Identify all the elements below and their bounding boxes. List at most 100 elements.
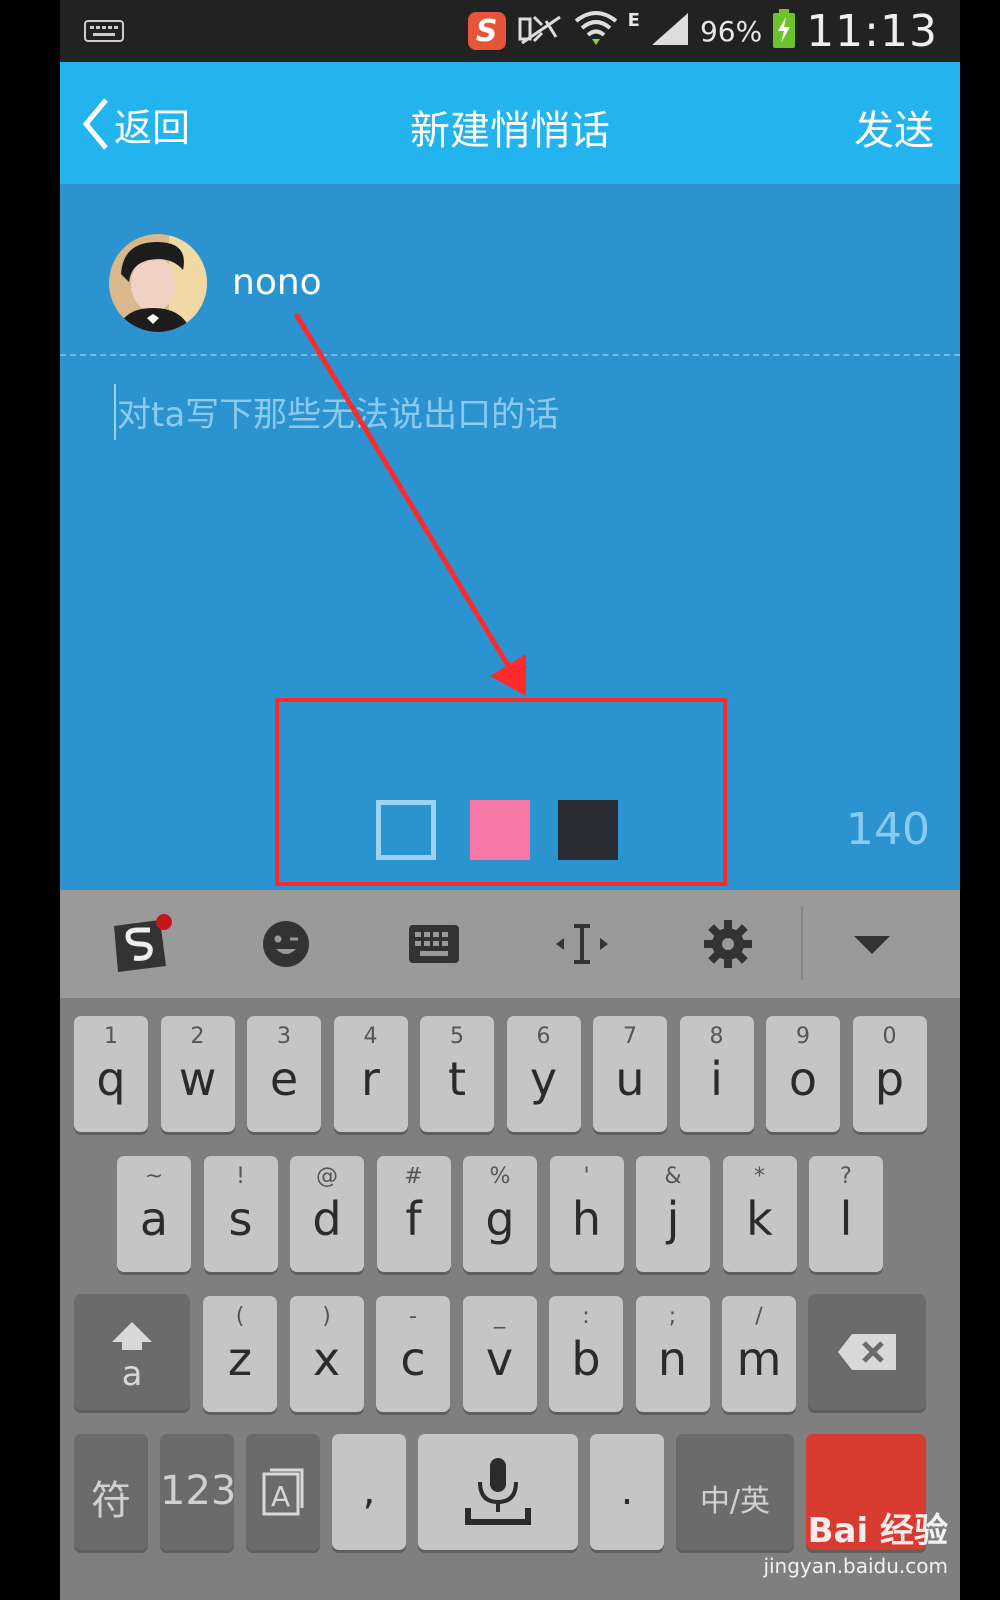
key-e[interactable]: 3e [247,1016,321,1132]
language-toggle-key[interactable]: 中/英 [676,1434,794,1550]
key-hint: _ [494,1304,505,1329]
key-hint: 2 [190,1024,205,1049]
key-label: h [571,1192,602,1246]
backspace-key[interactable] [808,1294,926,1410]
text-cursor [114,384,116,440]
key-i[interactable]: 8i [679,1016,754,1132]
key-hint: ( [235,1304,245,1329]
key-label: q [96,1052,126,1106]
color-option-dark[interactable] [558,800,618,860]
key-hint: 8 [709,1024,724,1049]
page-title: 新建悄悄话 [410,108,610,154]
backspace-icon [838,1334,896,1370]
key-h[interactable]: ' h [549,1156,624,1272]
network-type: E [627,10,640,31]
recipient-name: nono [232,262,322,303]
dropdown-icon[interactable] [840,912,904,976]
input-mode-key[interactable]: A [246,1434,320,1550]
back-label: 返回 [114,105,191,150]
key-label: v [485,1332,514,1386]
mute-icon [516,11,564,51]
symbols-key[interactable]: 符 [74,1434,148,1550]
key-q[interactable]: 1q [74,1016,148,1132]
key-f[interactable]: # f [376,1156,451,1272]
key-label: u [615,1052,645,1106]
message-input[interactable] [115,384,919,446]
key-a[interactable]: ~ a [117,1156,191,1272]
title-bar: 返回 新建悄悄话 发送 [60,62,960,184]
key-z[interactable]: (z [203,1296,277,1412]
key-g[interactable]: % g [463,1156,537,1272]
numbers-key[interactable]: 123 [160,1434,237,1550]
back-button[interactable]: 返回 [80,96,190,152]
key-b[interactable]: :b [549,1296,623,1412]
toolbar-divider [801,906,803,980]
shift-arrow-icon [112,1322,152,1350]
key-label: m [736,1332,782,1386]
key-n[interactable]: ; n [635,1296,710,1412]
key-l[interactable]: ? l [809,1156,883,1272]
key-u[interactable]: 7u [593,1016,667,1132]
key-label: k [746,1192,773,1246]
key-label: y [529,1052,558,1106]
key-k[interactable]: * k [722,1156,797,1272]
emoji-icon[interactable] [254,912,318,976]
gear-icon[interactable] [696,912,760,976]
font-a-icon: A [262,1468,304,1516]
period-key[interactable]: . [590,1434,664,1550]
send-button[interactable]: 发送 [854,98,934,156]
key-j[interactable]: & j [636,1156,710,1272]
key-v[interactable]: _ v [462,1296,537,1412]
key-hint: ) [322,1304,331,1329]
key-hint: 0 [882,1024,897,1049]
sogou-menu-icon[interactable] [108,912,172,976]
key-d[interactable]: @ d [290,1156,364,1272]
keyboard-icon[interactable] [402,912,466,976]
key-label: o [788,1052,818,1106]
period-label: . [620,1468,634,1514]
color-option-pink[interactable] [470,800,530,860]
key-hint: / [755,1304,763,1329]
key-hint: & [664,1164,682,1189]
watermark-url: jingyan.baidu.com [763,1554,948,1578]
key-hint: ! [236,1164,245,1189]
key-hint: 3 [277,1024,291,1049]
divider [60,354,960,356]
key-hint: % [489,1164,511,1189]
numbers-label: 123 [160,1468,237,1514]
key-m[interactable]: / m [722,1296,796,1412]
key-c[interactable]: -c [376,1296,450,1412]
key-label: c [400,1332,426,1386]
color-option-white[interactable] [376,800,436,860]
key-label: r [361,1052,380,1106]
key-label: t [447,1052,467,1106]
symbols-label: 符 [91,1478,131,1524]
key-t[interactable]: 5t [420,1016,494,1132]
battery-icon [772,9,796,53]
enter-key[interactable] [806,1434,926,1550]
sogou-icon: S [467,12,506,50]
key-o[interactable]: 9o [766,1016,840,1132]
key-label: n [657,1332,688,1386]
key-label: j [666,1192,680,1246]
key-p[interactable]: 0p [852,1016,927,1132]
shift-key[interactable]: a [74,1294,190,1410]
battery-percent: 96% [699,14,763,48]
comma-key[interactable]: , [332,1434,406,1550]
key-label: f [405,1192,422,1246]
key-w[interactable]: 2w [160,1016,235,1132]
key-hint: 6 [536,1024,551,1049]
key-label: d [312,1192,342,1246]
avatar[interactable] [109,234,207,332]
key-label: g [485,1192,515,1246]
key-y[interactable]: 6y [506,1016,581,1132]
key-r[interactable]: 4r [333,1016,408,1132]
space-voice-key[interactable] [418,1434,578,1550]
char-counter: 140 [846,804,930,855]
cursor-icon[interactable] [550,912,614,976]
key-hint: ' [583,1164,590,1189]
key-hint: : [582,1304,590,1329]
key-label: e [269,1052,299,1106]
key-s[interactable]: ! s [203,1156,278,1272]
key-x[interactable]: ) x [289,1296,364,1412]
